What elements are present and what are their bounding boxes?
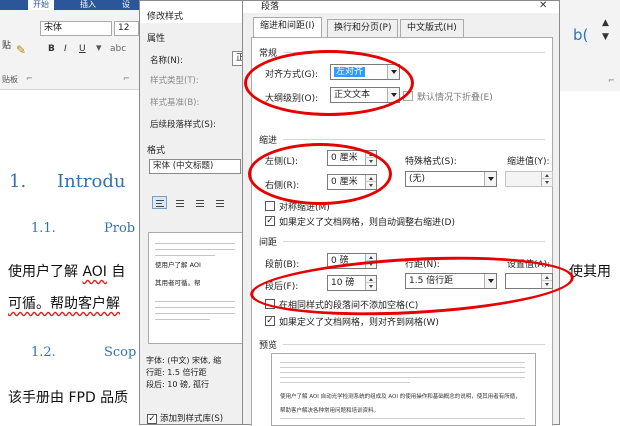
space-before-spinner[interactable]: 0 磅	[327, 253, 377, 269]
general-section-label: 常规	[259, 49, 278, 59]
auto-adjust-indent-checkbox[interactable]: ✓	[265, 216, 275, 226]
paragraph-line: 可循。帮助客户解	[8, 296, 120, 312]
no-space-same-style-label: 在相同样式的段落间不添加空格(C)	[279, 301, 419, 311]
right-indent-spinner[interactable]: 0 厘米	[327, 174, 377, 190]
chevron-down-icon[interactable]: ▾	[96, 41, 102, 54]
clipboard-group-label: 贴板	[2, 75, 18, 84]
alignment-select[interactable]: 左对齐	[330, 64, 400, 80]
collapsed-default-label: 默认情况下折叠(E)	[417, 93, 493, 103]
special-indent-select[interactable]: (无)	[405, 171, 497, 187]
alignment-label: 对齐方式(G):	[265, 70, 319, 80]
close-icon[interactable]: ✕	[539, 0, 547, 11]
paragraph-line-end: 使其用	[569, 264, 611, 280]
dialog-launcher-icon[interactable]: ⌐	[26, 74, 33, 83]
outline-level-label: 大纲级别(O):	[265, 94, 319, 104]
line-spacing-at-label: 设置值(A):	[507, 260, 551, 270]
style-description: 段后: 10 磅, 孤行	[146, 380, 210, 389]
left-indent-spinner[interactable]: 0 厘米	[327, 150, 377, 166]
tab-line-and-page-breaks[interactable]: 换行和分页(P)	[327, 19, 399, 37]
line-spacing-select[interactable]: 1.5 倍行距	[405, 273, 497, 289]
indent-by-spinner[interactable]	[505, 171, 553, 187]
heading2-text: Prob	[104, 221, 136, 236]
style-preview-box: 使用户了解 AOI 其用者可循。帮	[148, 232, 243, 344]
align-left-button[interactable]	[152, 196, 167, 209]
font-combo[interactable]: 宋体 (中文标题)	[149, 159, 241, 174]
italic-button[interactable]: I	[64, 44, 67, 54]
divider	[283, 344, 545, 345]
paragraph-line: 使用户了解 AOI 自	[8, 264, 126, 280]
special-indent-label: 特殊格式(S):	[405, 157, 457, 167]
paragraph-dialog: 段落 ✕ 缩进和间距(I) 换行和分页(P) 中文版式(H) 常规 对齐方式(G…	[242, 0, 560, 426]
font-launcher-icon[interactable]: ⌐	[123, 74, 130, 83]
line-spacing-at-spinner[interactable]	[505, 273, 553, 289]
indent-by-label: 缩进值(Y):	[507, 157, 550, 167]
divider	[283, 241, 545, 242]
properties-group-label: 属性	[147, 34, 166, 44]
no-space-same-style-checkbox[interactable]	[265, 299, 275, 309]
underline-button[interactable]: U	[79, 44, 86, 54]
snap-to-grid-label: 如果定义了文档网格，则对齐到网格(W)	[279, 318, 439, 328]
style-description: 字体: (中文) 宋体, 缩	[146, 356, 222, 365]
preview-text: 其用者可循。帮	[155, 279, 201, 287]
paragraph-preview-box: 使用户了解 AOI 自动光学检测系统的组成及 AOI 的使用操作和基础概念的说明…	[271, 353, 536, 426]
preview-section-label: 预览	[259, 341, 278, 351]
style-type-label: 样式类型(T):	[150, 76, 199, 86]
dialog-title: 修改样式	[140, 1, 252, 23]
ribbon-tab-insert[interactable]: 插入	[80, 0, 96, 10]
add-to-gallery-checkbox[interactable]: ✓	[147, 414, 157, 424]
styles-scroll-down-icon[interactable]: ▼	[602, 32, 609, 42]
heading2-number: 1.2.	[31, 345, 56, 360]
mirror-indent-label: 对称缩进(M)	[279, 203, 330, 213]
format-group-label: 格式	[147, 146, 166, 156]
ribbon-tab-design[interactable]: 设	[122, 0, 130, 10]
paste-button[interactable]: 贴	[2, 38, 11, 51]
preview-text: 使用户了解 AOI 自动光学检测系统的组成及 AOI 的使用操作和基础概念的说明…	[280, 394, 521, 400]
style-description: 行距: 1.5 倍行距	[146, 368, 207, 377]
align-right-button[interactable]	[192, 196, 207, 209]
styles-launcher-icon[interactable]: ⌐	[608, 76, 615, 85]
space-after-spinner[interactable]: 10 磅	[327, 275, 377, 291]
preview-text: 帮助客户解决各种常用问题和培训资料。	[280, 408, 380, 414]
name-label: 名称(N):	[150, 56, 183, 66]
ribbon-tab-home[interactable]: 开始	[28, 0, 54, 10]
outline-level-select[interactable]: 正文文本	[330, 87, 400, 103]
collapsed-default-checkbox[interactable]	[403, 91, 413, 101]
strikethrough-icon[interactable]: abc	[110, 44, 126, 54]
align-justify-button[interactable]	[212, 196, 227, 209]
paragraph-line: 该手册由 FPD 品质	[8, 390, 129, 406]
spacing-section-label: 间距	[259, 238, 278, 248]
modify-style-dialog: 修改样式 属性 名称(N): 正 样式类型(T): 样式基准(B): 后续段落样…	[139, 0, 254, 425]
next-style-label: 后续段落样式(S):	[150, 120, 216, 130]
snap-to-grid-checkbox[interactable]: ✓	[265, 316, 275, 326]
space-after-label: 段后(F):	[265, 282, 299, 292]
auto-adjust-indent-label: 如果定义了文档网格，则自动调整右缩进(D)	[279, 218, 455, 228]
divider	[283, 139, 545, 140]
bold-button[interactable]: B	[48, 44, 55, 54]
based-on-label: 样式基准(B):	[150, 98, 200, 108]
heading1-text: Introdu	[57, 171, 126, 192]
font-size-combo[interactable]: 12	[114, 21, 139, 36]
dialog-titlebar: 段落 ✕	[243, 0, 559, 13]
ribbon-styles-area: b( ▲ ▼ ⌐	[560, 0, 620, 91]
preview-text: 使用户了解 AOI	[155, 261, 201, 269]
style-preview[interactable]: b(	[573, 26, 588, 44]
heading1-number: 1.	[9, 171, 27, 192]
font-name-combo[interactable]: 宋体	[40, 21, 112, 36]
add-to-gallery-label: 添加到样式库(S)	[160, 414, 224, 424]
line-spacing-label: 行距(N):	[405, 260, 440, 270]
format-painter-icon[interactable]: ✎	[16, 43, 26, 57]
divider	[283, 52, 545, 53]
align-center-button[interactable]	[172, 196, 187, 209]
indent-section-label: 缩进	[259, 136, 278, 146]
mirror-indent-checkbox[interactable]	[265, 201, 275, 211]
heading2-text: Scop	[104, 345, 137, 360]
tab-indents-and-spacing[interactable]: 缩进和间距(I)	[253, 17, 322, 38]
left-indent-label: 左侧(L):	[265, 157, 299, 167]
styles-scroll-up-icon[interactable]: ▲	[602, 18, 609, 28]
heading2-number: 1.1.	[31, 221, 56, 236]
right-indent-label: 右侧(R):	[265, 181, 300, 191]
tab-asian-typography[interactable]: 中文版式(H)	[400, 19, 464, 37]
dialog-title: 段落	[261, 2, 280, 12]
space-before-label: 段前(B):	[265, 260, 300, 270]
